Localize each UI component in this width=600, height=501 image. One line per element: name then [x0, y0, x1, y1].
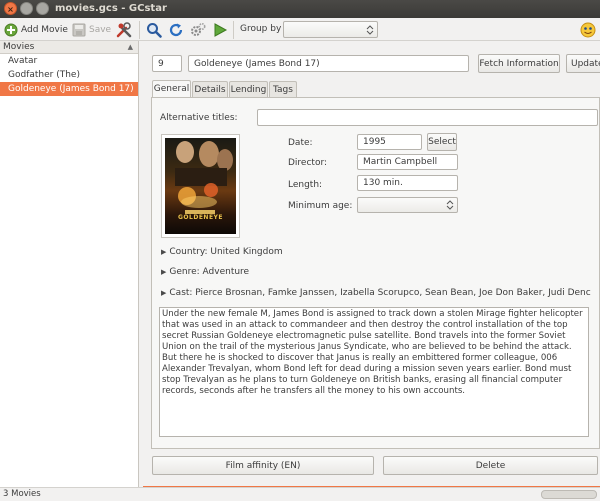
tools-icon [116, 22, 132, 38]
delete-button[interactable]: Delete [383, 456, 598, 475]
film-affinity-button[interactable]: Film affinity (EN) [152, 456, 374, 475]
minimum-age-label: Minimum age: [288, 201, 353, 211]
director-label: Director: [288, 158, 328, 168]
add-movie-button[interactable]: Add Movie [4, 21, 68, 39]
update-button[interactable]: Update [566, 54, 600, 73]
director-field[interactable]: Martin Campbell [357, 154, 458, 170]
date-label: Date: [288, 138, 313, 148]
search-button[interactable] [146, 21, 162, 39]
preferences-button[interactable] [116, 21, 132, 39]
search-icon [147, 23, 162, 38]
smiley-button[interactable] [580, 21, 596, 39]
movie-title-field[interactable]: Goldeneye (James Bond 17) [188, 55, 469, 72]
save-label: Save [89, 25, 112, 35]
length-label: Length: [288, 180, 323, 190]
add-movie-label: Add Movie [21, 25, 68, 35]
genre-text: Genre: Adventure [169, 267, 250, 277]
alternative-titles-label: Alternative titles: [160, 113, 238, 123]
select-date-button[interactable]: Select [427, 133, 457, 151]
movie-id-value: 9 [158, 58, 164, 69]
settings-button[interactable] [190, 21, 206, 39]
movie-id-field[interactable]: 9 [152, 55, 182, 72]
date-field[interactable]: 1995 [357, 134, 422, 150]
refresh-icon [169, 23, 183, 37]
description-textarea[interactable]: Under the new female M, James Bond is as… [159, 307, 589, 437]
toolbar-separator [233, 21, 234, 39]
movie-list-panel: Movies ▲ Avatar Godfather (The) Goldeney… [0, 41, 139, 487]
add-icon [4, 23, 18, 37]
movie-list-header[interactable]: Movies ▲ [0, 41, 138, 54]
title-bar: × movies.gcs - GCstar [0, 0, 600, 18]
minimize-window-button[interactable] [20, 2, 33, 15]
description-text: Under the new female M, James Bond is as… [162, 309, 583, 396]
alternative-titles-field[interactable] [257, 109, 598, 126]
save-icon [72, 23, 86, 37]
window-title: movies.gcs - GCstar [55, 3, 167, 14]
sort-ascending-icon: ▲ [127, 43, 133, 51]
country-text: Country: United Kingdom [169, 247, 283, 257]
expand-arrow-icon: ▶ [161, 289, 167, 297]
list-item[interactable]: Avatar [0, 54, 138, 68]
status-bar: 3 Movies [0, 487, 600, 501]
length-value: 130 min. [363, 178, 403, 188]
fetch-information-button[interactable]: Fetch Information [478, 54, 560, 73]
tab-tags[interactable]: Tags [269, 81, 297, 97]
dropdown-arrows-icon [366, 24, 374, 35]
status-count: 3 Movies [3, 489, 41, 499]
length-field[interactable]: 130 min. [357, 175, 458, 191]
play-icon [214, 23, 228, 37]
expand-arrow-icon: ▶ [161, 248, 167, 256]
movie-poster[interactable]: GOLDENEYE [161, 134, 240, 238]
tab-lending[interactable]: Lending [229, 81, 268, 97]
close-icon: × [7, 5, 14, 14]
expand-arrow-icon: ▶ [161, 268, 167, 276]
list-item-selected[interactable]: Goldeneye (James Bond 17) [0, 82, 138, 96]
minimum-age-select[interactable] [357, 197, 458, 213]
group-by-label: Group by [240, 24, 282, 34]
play-button[interactable] [212, 21, 228, 39]
list-item[interactable]: Godfather (The) [0, 68, 138, 82]
save-button[interactable]: Save [72, 21, 111, 39]
country-expander[interactable]: ▶ Country: United Kingdom [161, 247, 283, 257]
poster-title: GOLDENEYE [178, 214, 223, 221]
poster-image: GOLDENEYE [165, 138, 236, 234]
toolbar-separator [139, 21, 140, 39]
date-value: 1995 [363, 137, 386, 147]
tab-general[interactable]: General [152, 80, 191, 97]
cast-expander[interactable]: ▶ Cast: Pierce Brosnan, Famke Janssen, Iz… [161, 288, 591, 298]
refresh-button[interactable] [168, 21, 184, 39]
gear-icon [191, 22, 206, 36]
director-value: Martin Campbell [363, 157, 438, 167]
movie-title-value: Goldeneye (James Bond 17) [194, 58, 320, 69]
list-header-label: Movies [3, 42, 35, 52]
progress-bar [541, 490, 597, 499]
dropdown-arrows-icon [446, 200, 454, 210]
toolbar: Add Movie Save Group by [0, 18, 600, 41]
cast-text: Cast: Pierce Brosnan, Famke Janssen, Iza… [169, 288, 591, 298]
group-by-select[interactable] [283, 21, 378, 38]
tab-details[interactable]: Details [192, 81, 228, 97]
genre-expander[interactable]: ▶ Genre: Adventure [161, 267, 249, 277]
maximize-window-button[interactable] [36, 2, 49, 15]
smiley-icon [580, 22, 596, 38]
close-window-button[interactable]: × [4, 2, 17, 15]
